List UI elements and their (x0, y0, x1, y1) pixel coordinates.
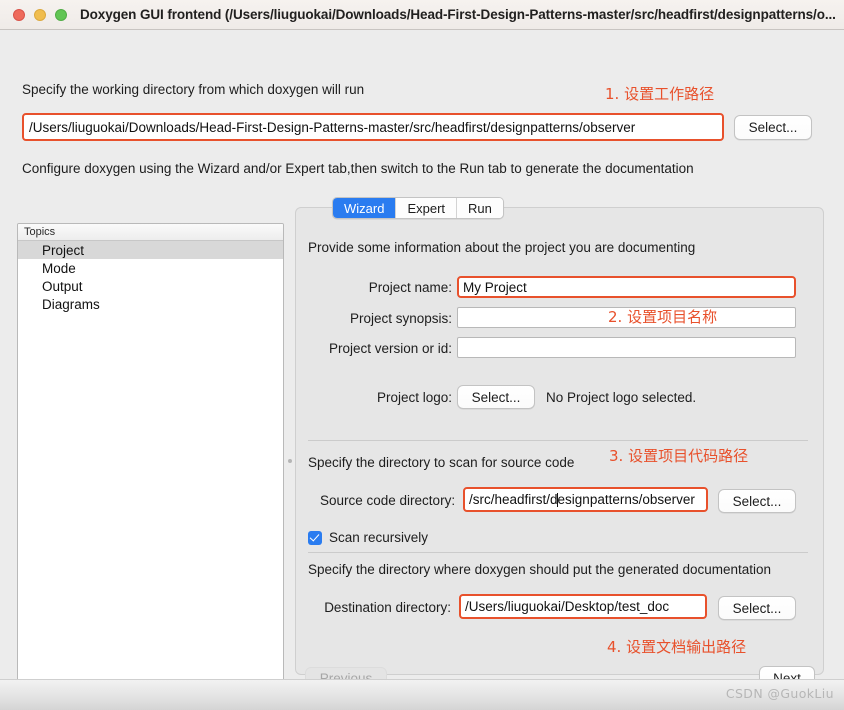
topics-item-mode[interactable]: Mode (18, 259, 283, 277)
window-body: Specify the working directory from which… (0, 31, 844, 696)
scan-recursively-label: Scan recursively (329, 530, 429, 545)
topics-item-diagrams[interactable]: Diagrams (18, 295, 283, 313)
source-directory-label: Source code directory: (320, 493, 456, 508)
tab-expert[interactable]: Expert (396, 198, 458, 218)
maximize-window-button[interactable] (55, 8, 67, 21)
source-directory-input[interactable]: /src/headfirst/d esignpatterns/observer (463, 487, 708, 512)
working-directory-input[interactable]: /Users/liuguokai/Downloads/Head-First-De… (22, 113, 724, 141)
destination-section-intro-label: Specify the directory where doxygen shou… (308, 562, 772, 577)
topics-item-project[interactable]: Project (18, 241, 283, 259)
tab-run[interactable]: Run (457, 198, 503, 218)
minimize-window-button[interactable] (34, 8, 46, 21)
working-directory-label: Specify the working directory from which… (22, 82, 365, 97)
window-title: Doxygen GUI frontend (/Users/liuguokai/D… (80, 7, 836, 22)
scan-recursively-checkbox-row[interactable]: Scan recursively (308, 530, 428, 545)
annotation-2: 2. 设置项目名称 (608, 308, 718, 326)
destination-directory-input[interactable]: /Users/liuguokai/Desktop/test_doc (459, 594, 707, 619)
tab-bar: Wizard Expert Run (332, 197, 504, 219)
topics-header: Topics (18, 224, 283, 241)
working-directory-select-button[interactable]: Select... (734, 115, 812, 140)
title-bar: Doxygen GUI frontend (/Users/liuguokai/D… (0, 0, 844, 30)
close-window-button[interactable] (13, 8, 25, 21)
section-divider-destination (308, 552, 808, 553)
destination-directory-select-button[interactable]: Select... (718, 596, 796, 620)
source-directory-text-after-caret: esignpatterns/observer (557, 492, 695, 507)
annotation-3: 3. 设置项目代码路径 (609, 447, 749, 465)
watermark-label: CSDN @GuokLiu (725, 686, 834, 701)
section-bullet-icon (288, 459, 292, 463)
source-section-intro-label: Specify the directory to scan for source… (308, 455, 575, 470)
project-logo-select-button[interactable]: Select... (457, 385, 535, 409)
project-logo-status-label: No Project logo selected. (546, 390, 697, 405)
checkmark-icon[interactable] (308, 530, 322, 545)
project-logo-label: Project logo: (376, 390, 452, 405)
wizard-intro-label: Provide some information about the proje… (308, 240, 696, 255)
project-synopsis-label: Project synopsis: (349, 311, 452, 326)
topics-item-output[interactable]: Output (18, 277, 283, 295)
destination-directory-label: Destination directory: (324, 600, 451, 615)
tab-wizard[interactable]: Wizard (333, 198, 397, 218)
annotation-4: 4. 设置文档输出路径 (607, 638, 747, 656)
configure-hint-label: Configure doxygen using the Wizard and/o… (22, 161, 694, 176)
application-window: Doxygen GUI frontend (/Users/liuguokai/D… (0, 0, 844, 710)
annotation-1: 1. 设置工作路径 (605, 85, 715, 103)
section-divider-source (308, 440, 808, 441)
project-version-input[interactable] (457, 337, 796, 358)
source-directory-select-button[interactable]: Select... (718, 489, 796, 513)
project-version-label: Project version or id: (328, 341, 452, 356)
source-directory-text-before-caret: /src/headfirst/d (469, 492, 558, 507)
topics-list[interactable]: Topics Project Mode Output Diagrams (17, 223, 284, 696)
project-name-label: Project name: (368, 280, 452, 295)
footer-bar: CSDN @GuokLiu (0, 679, 844, 710)
project-name-input[interactable]: My Project (457, 276, 796, 298)
